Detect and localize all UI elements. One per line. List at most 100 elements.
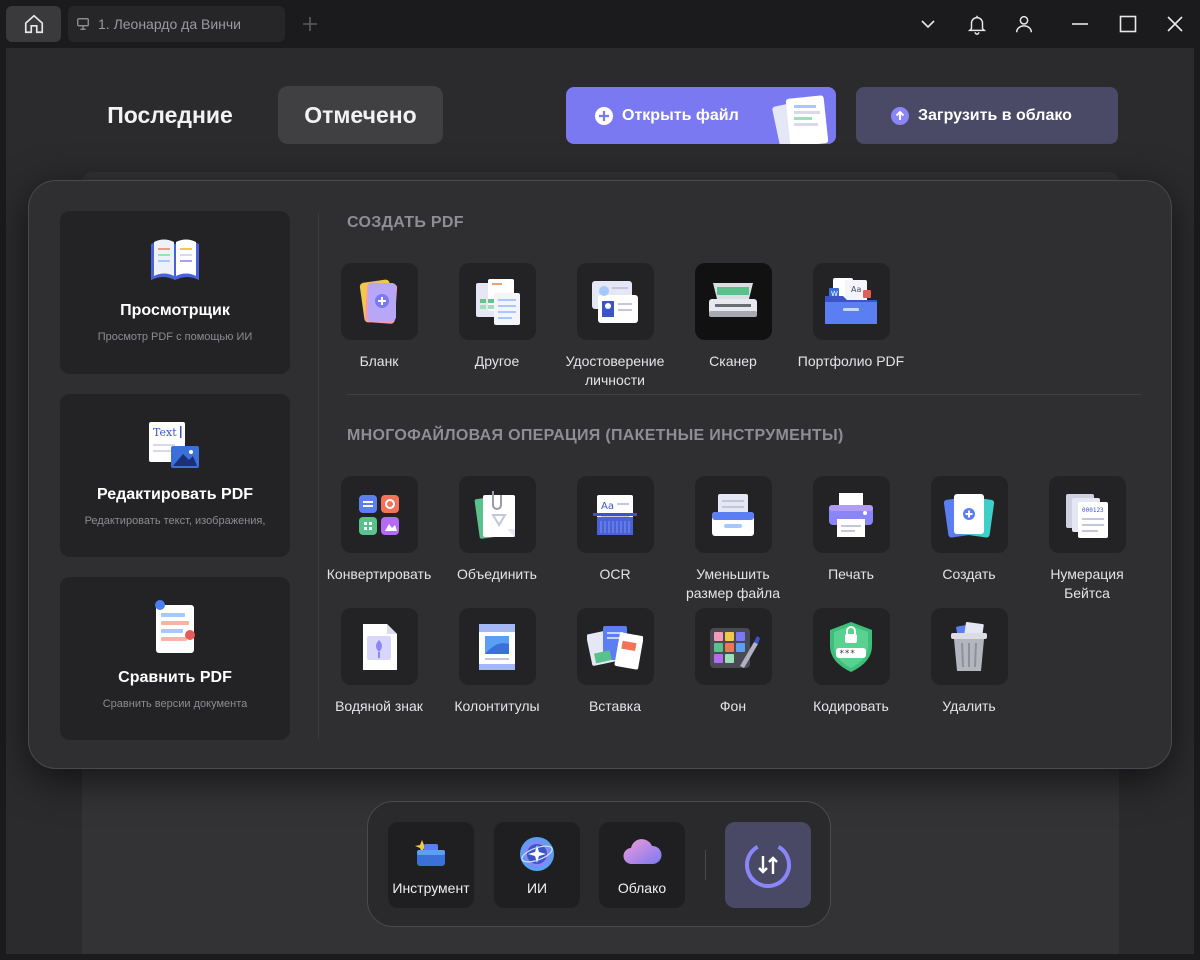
- book-icon: [151, 239, 199, 280]
- background-palette-icon: [710, 627, 760, 668]
- chevron-down-icon: [921, 20, 935, 29]
- tool-insert[interactable]: Вставка: [555, 608, 675, 716]
- tool-background-label: Фон: [719, 698, 747, 714]
- tool-background[interactable]: Фон: [673, 608, 793, 716]
- open-file-button[interactable]: Открыть файл: [566, 87, 836, 144]
- tool-compress[interactable]: Уменьшить размер файла: [673, 476, 793, 603]
- tool-portfolio-label: Портфолио PDF: [797, 353, 905, 369]
- tool-id-card-label: Удостоверение личности: [565, 353, 665, 388]
- svg-text:Text: Text: [153, 426, 177, 439]
- tool-delete-label: Удалить: [942, 698, 996, 714]
- dock-tool-button[interactable]: Инструмент: [388, 822, 474, 908]
- shield-lock-icon: ***: [830, 621, 872, 672]
- compare-icon: [155, 600, 195, 653]
- tool-create[interactable]: Создать: [909, 476, 1029, 584]
- edit-pdf-card[interactable]: Text Редактировать PDF Редактировать тек…: [60, 394, 290, 557]
- close-icon: [1167, 16, 1183, 32]
- tool-print[interactable]: Печать: [791, 476, 911, 584]
- dock-cloud-label: Облако: [617, 880, 667, 896]
- svg-text:***: ***: [839, 649, 855, 659]
- dock-toggle-button[interactable]: [725, 822, 811, 908]
- tool-encrypt[interactable]: *** Кодировать: [791, 608, 911, 716]
- tool-blank-label: Бланк: [359, 353, 399, 369]
- bottom-dock: Инструмент ИИ Облако: [367, 801, 831, 927]
- tool-header-footer[interactable]: Колонтитулы: [437, 608, 557, 716]
- dock-ai-button[interactable]: ИИ: [494, 822, 580, 908]
- dock-cloud-button[interactable]: Облако: [599, 822, 685, 908]
- insert-pages-icon: [587, 625, 643, 670]
- title-bar: 1. Леонардо да Винчи: [0, 0, 1200, 48]
- new-tab-button[interactable]: [298, 12, 322, 36]
- svg-text:Aa: Aa: [851, 285, 861, 294]
- tool-delete[interactable]: Удалить: [909, 608, 1029, 716]
- presentation-icon: [77, 18, 89, 30]
- tool-insert-label: Вставка: [588, 698, 642, 714]
- tool-watermark[interactable]: Водяной знак: [319, 608, 439, 716]
- upload-cloud-button[interactable]: Загрузить в облако: [856, 87, 1118, 144]
- compare-pdf-card[interactable]: Сравнить PDF Сравнить версии документа: [60, 577, 290, 740]
- home-button[interactable]: [6, 6, 61, 42]
- refresh-toggle-icon: [745, 842, 791, 888]
- create-document-icon: [943, 493, 995, 538]
- portfolio-folder-icon: Aa W: [825, 277, 877, 324]
- tool-portfolio[interactable]: Aa W Портфолио PDF: [791, 263, 911, 371]
- minimize-button[interactable]: [1068, 12, 1092, 36]
- id-card-icon: [592, 280, 638, 323]
- toolbox-icon: [415, 840, 445, 866]
- plus-circle-icon: [595, 106, 613, 125]
- edit-pdf-subtitle: Редактировать текст, изображения,: [84, 515, 266, 527]
- tab-label: 1. Леонардо да Винчи: [98, 16, 242, 32]
- svg-text:000123: 000123: [1082, 507, 1104, 514]
- tab-marked[interactable]: Отмечено: [278, 86, 443, 144]
- tab-recent[interactable]: Последние: [92, 86, 248, 144]
- tool-convert[interactable]: Конвертировать: [319, 476, 439, 584]
- tool-print-label: Печать: [828, 566, 874, 582]
- create-pdf-section-title: СОЗДАТЬ PDF: [347, 214, 464, 231]
- ocr-scan-icon: Aa: [593, 494, 637, 535]
- ai-sparkle-icon: [520, 837, 554, 871]
- tool-other[interactable]: Другое: [437, 263, 557, 371]
- tool-ocr-label: OCR: [599, 566, 631, 582]
- tools-popup: Просмотрщик Просмотр PDF с помощью ИИ Te…: [28, 180, 1172, 769]
- convert-grid-icon: [359, 494, 399, 535]
- viewer-subtitle: Просмотр PDF с помощью ИИ: [97, 331, 253, 343]
- dock-separator: [705, 850, 706, 880]
- dock-tool-label: Инструмент: [392, 880, 470, 896]
- tool-merge[interactable]: Объединить: [437, 476, 557, 584]
- maximize-icon: [1119, 15, 1137, 33]
- watermark-icon: [363, 623, 397, 670]
- text-edit-icon: Text: [149, 422, 199, 468]
- notifications-button[interactable]: [965, 12, 989, 36]
- plus-icon: [303, 17, 317, 31]
- dropdown-button[interactable]: [916, 12, 940, 36]
- section-divider: [347, 394, 1141, 395]
- viewer-card[interactable]: Просмотрщик Просмотр PDF с помощью ИИ: [60, 211, 290, 374]
- tool-scanner[interactable]: Сканер: [673, 263, 793, 371]
- compress-box-icon: [712, 493, 754, 536]
- bates-numbering-icon: 000123: [1066, 493, 1108, 538]
- close-button[interactable]: [1163, 12, 1187, 36]
- merge-icon: [474, 490, 515, 539]
- tool-ocr[interactable]: Aa OCR: [555, 476, 675, 584]
- maximize-button[interactable]: [1116, 12, 1140, 36]
- blank-page-icon: [359, 279, 398, 324]
- tool-scanner-label: Сканер: [709, 353, 757, 369]
- tool-compress-label: Уменьшить размер файла: [685, 566, 780, 601]
- upload-arrow-icon: [891, 106, 909, 125]
- tool-id-card[interactable]: Удостоверение личности: [555, 263, 675, 390]
- svg-text:Aa: Aa: [601, 501, 614, 512]
- document-tab[interactable]: 1. Леонардо да Винчи: [68, 6, 285, 42]
- tool-convert-label: Конвертировать: [326, 566, 432, 582]
- header-footer-icon: [479, 623, 515, 670]
- edit-pdf-title: Редактировать PDF: [96, 486, 254, 503]
- tool-blank[interactable]: Бланк: [319, 263, 439, 371]
- upload-cloud-label: Загрузить в облако: [918, 106, 1072, 124]
- compare-pdf-title: Сравнить PDF: [118, 669, 232, 686]
- tool-watermark-label: Водяной знак: [335, 698, 423, 714]
- trash-bin-icon: [951, 621, 987, 671]
- documents-illustration-icon: [772, 95, 829, 144]
- tool-bates[interactable]: 000123 Нумерация Бейтса: [1027, 476, 1147, 603]
- account-button[interactable]: [1012, 12, 1036, 36]
- scanner-icon: [709, 282, 757, 317]
- batch-section-title: МНОГОФАЙЛОВАЯ ОПЕРАЦИЯ (ПАКЕТНЫЕ ИНСТРУМ…: [347, 427, 844, 444]
